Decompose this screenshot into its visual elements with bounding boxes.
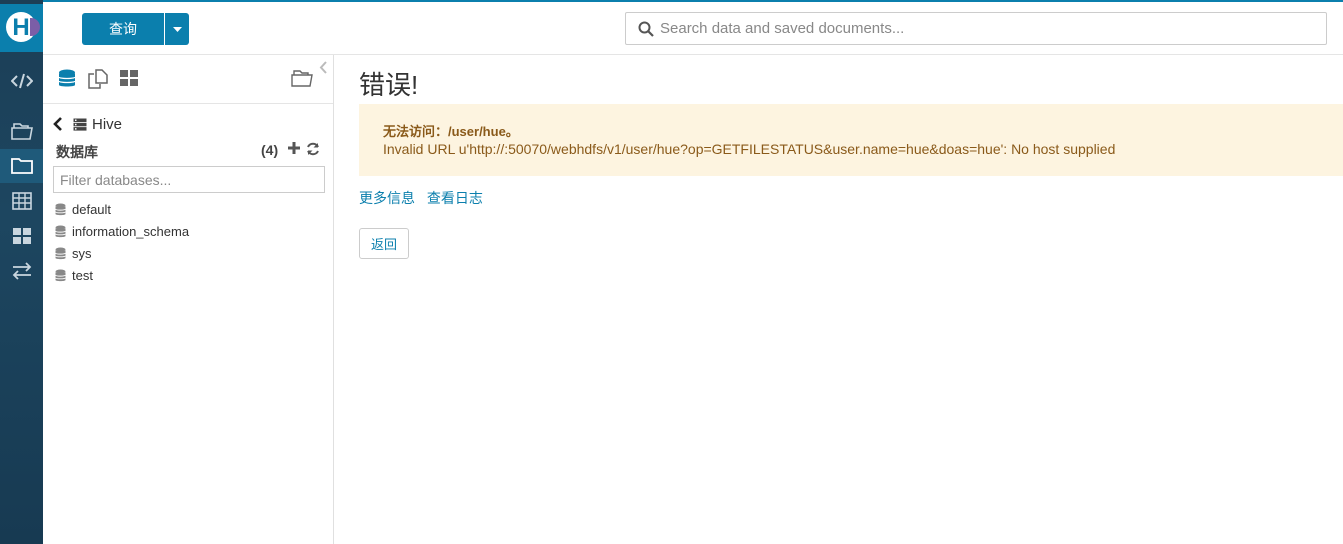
top-header: 查询 [43, 2, 1343, 55]
more-info-link[interactable]: 更多信息 [359, 190, 415, 206]
caret-down-icon [172, 26, 182, 32]
query-dropdown-toggle[interactable] [165, 13, 189, 45]
documents-tab-icon[interactable] [88, 69, 108, 89]
database-icon [55, 203, 66, 215]
global-search [625, 12, 1327, 45]
database-name: default [72, 201, 112, 217]
database-tab-icon[interactable] [58, 69, 76, 89]
left-rail: H [0, 0, 43, 544]
database-icon [55, 247, 66, 259]
tables-icon[interactable] [0, 184, 43, 218]
databases-count: (4) [261, 142, 279, 158]
back-button[interactable]: 返回 [359, 228, 409, 259]
database-icon [55, 225, 66, 237]
documents-icon[interactable] [0, 114, 43, 148]
folder-open-icon[interactable] [291, 69, 313, 87]
breadcrumb-label: Hive [92, 115, 123, 133]
collapse-chevron-icon[interactable] [319, 61, 327, 74]
alert-message: Invalid URL u'http://:50070/webhdfs/v1/u… [383, 141, 1116, 157]
refresh-icon[interactable] [306, 142, 320, 156]
editor-icon[interactable] [0, 64, 43, 98]
list-item[interactable]: test [55, 264, 189, 286]
jobs-icon[interactable] [0, 254, 43, 288]
error-links: 更多信息 查看日志 [359, 188, 491, 208]
apps-tab-icon[interactable] [119, 69, 139, 87]
database-name: sys [72, 245, 92, 261]
hue-logo[interactable]: H [0, 4, 43, 52]
database-name: test [72, 267, 93, 283]
database-name: information_schema [72, 223, 190, 239]
view-logs-link[interactable]: 查看日志 [427, 190, 483, 206]
add-icon[interactable] [287, 141, 301, 155]
assist-tabs [43, 55, 333, 104]
server-icon [73, 118, 87, 131]
chevron-left-icon[interactable] [53, 117, 63, 131]
search-input[interactable] [660, 17, 1310, 40]
search-icon [638, 21, 654, 37]
dashboard-icon[interactable] [0, 219, 43, 253]
alert-heading: 无法访问：/user/hue。 [383, 124, 519, 139]
list-item[interactable]: sys [55, 242, 189, 264]
assist-panel: Hive 数据库 (4) default information_schema … [43, 55, 334, 544]
files-icon[interactable] [0, 149, 43, 183]
database-icon [55, 269, 66, 281]
filter-databases-input[interactable] [53, 166, 325, 193]
query-button[interactable]: 查询 [82, 13, 164, 45]
breadcrumb[interactable]: Hive [53, 115, 122, 133]
error-alert: 无法访问：/user/hue。 Invalid URL u'http://:50… [359, 104, 1343, 176]
database-list: default information_schema sys test [55, 198, 189, 286]
list-item[interactable]: information_schema [55, 220, 189, 242]
list-item[interactable]: default [55, 198, 189, 220]
page-title: 错误! [359, 70, 419, 100]
databases-heading: 数据库 [56, 144, 98, 160]
